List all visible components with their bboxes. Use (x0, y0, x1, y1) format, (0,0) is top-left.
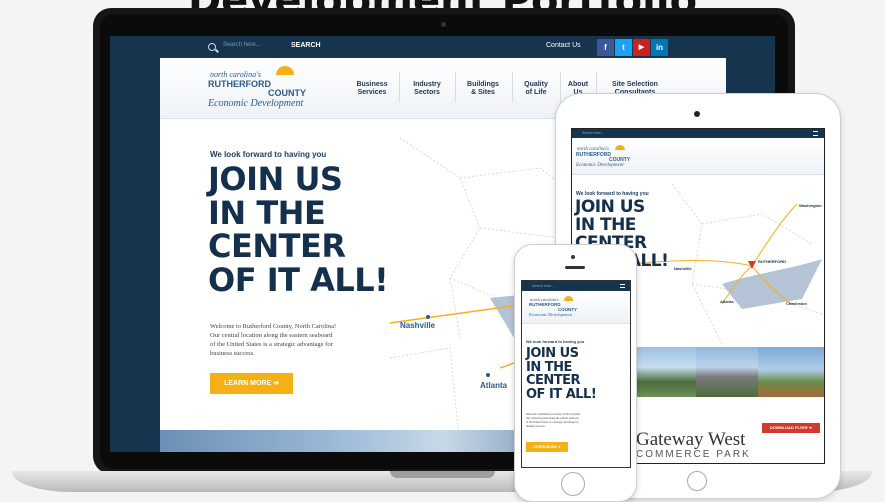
phone-speaker (565, 266, 585, 269)
description-line: of the United States is a strategic adva… (210, 341, 333, 348)
menu-icon[interactable] (620, 284, 625, 288)
tablet-camera (694, 111, 700, 117)
rutherford-marker-icon (748, 261, 756, 269)
phone-headline: JOIN US IN THE CENTER OF IT ALL! (526, 346, 597, 402)
nav-label: & Sites (471, 89, 495, 96)
nav-divider (512, 72, 513, 102)
nav-divider (560, 72, 561, 102)
tablet-home-button[interactable] (687, 471, 707, 491)
nav-label: Services (357, 89, 387, 96)
laptop-notch (390, 471, 495, 478)
nav-label: Buildings (467, 81, 499, 88)
city-nashville: Nashville (400, 321, 436, 330)
nav-industry-sectors[interactable]: Industry Sectors (403, 81, 451, 97)
headline-line: JOIN US (208, 160, 343, 198)
tablet-search-input[interactable]: Search here... (582, 131, 604, 135)
phone-header: north carolina's RUTHERFORD COUNTY Econo… (522, 291, 630, 324)
tablet-logo-line2: RUTHERFORD (576, 152, 611, 158)
phone-tagline: We look forward to having you (526, 339, 585, 344)
twitter-icon[interactable]: t (615, 39, 632, 56)
nashville-marker (426, 315, 430, 319)
logo-line1: north carolina's (210, 70, 261, 79)
phone-logo-line4: Economic Development (529, 312, 572, 317)
sun-icon (276, 66, 294, 75)
photo-landscape (758, 347, 824, 397)
logo-line4: Economic Development (208, 98, 304, 109)
city-nashville: Nashville (674, 266, 692, 271)
gateway-title: Gateway West (636, 429, 746, 450)
photo-building (696, 347, 758, 397)
city-rutherford: RUTHERFORD (758, 259, 786, 264)
gateway-subtitle: COMMERCE PARK (636, 449, 751, 460)
phone-camera (571, 255, 575, 259)
menu-icon[interactable] (813, 131, 818, 136)
top-bar: Search here... SEARCH Contact Us f t ▶ i… (110, 36, 775, 58)
headline-line: OF IT ALL! (526, 386, 597, 402)
nav-label: Quality (524, 81, 548, 88)
search-icon-handle (215, 48, 219, 53)
city-atlanta: Atlanta (720, 299, 734, 304)
nav-quality-of-life[interactable]: Quality of Life (515, 81, 557, 97)
phone-description: Welcome to Rutherford County, North Caro… (526, 413, 580, 429)
contact-link[interactable]: Contact Us (546, 42, 581, 49)
phone-top-bar: Search here... (522, 281, 630, 291)
nav-buildings-sites[interactable]: Buildings & Sites (458, 81, 508, 97)
nav-label: Business (356, 81, 388, 88)
nav-label: About (567, 81, 589, 88)
description-line: Welcome to Rutherford County, North Caro… (210, 323, 337, 330)
nav-label: Site Selection (612, 81, 658, 88)
nav-label: of Life (525, 89, 547, 96)
nav-label: Industry (413, 81, 441, 88)
nav-label: Sectors (414, 89, 440, 96)
search-input[interactable]: Search here... (223, 42, 261, 48)
tablet-header: north carolina's RUTHERFORD COUNTY Econo… (572, 138, 824, 175)
description-line: business success. (210, 350, 255, 357)
tablet-top-bar: Search here... (572, 129, 824, 138)
photo-fountain (634, 347, 696, 397)
city-charleston: Charleston (786, 301, 807, 306)
hero-headline: JOIN US IN THE CENTER OF IT ALL! (208, 160, 389, 299)
tablet-logo-line4: Economic Development (576, 163, 624, 168)
logo-line3: COUNTY (268, 88, 306, 98)
sun-icon (615, 145, 625, 150)
linkedin-icon[interactable]: in (651, 39, 668, 56)
phone-learn-more-button[interactable]: LEARN MORE ➔ (526, 442, 568, 452)
hero-description: Welcome to Rutherford County, North Caro… (210, 322, 336, 358)
learn-more-button[interactable]: LEARN MORE ➔ (210, 373, 293, 394)
map-region-nc (722, 259, 822, 309)
laptop-camera (441, 22, 446, 27)
atlanta-marker (486, 373, 490, 377)
download-flyer-button[interactable]: DOWNLOAD FLYER ➔ (762, 423, 820, 433)
sun-icon (564, 296, 573, 301)
phone-home-button[interactable] (561, 472, 585, 496)
nav-business-services[interactable]: Business Services (348, 81, 396, 97)
nav-divider (399, 72, 400, 102)
phone-screen: Search here... north carolina's RUTHERFO… (521, 280, 631, 468)
headline-line: IN THE (208, 193, 326, 232)
headline-line: IN THE (575, 214, 636, 235)
headline-line: CENTER (526, 373, 581, 389)
headline-line: OF IT ALL! (208, 260, 389, 299)
phone-search-input[interactable]: Search here... (532, 284, 554, 288)
search-button[interactable]: SEARCH (291, 42, 321, 49)
headline-line: IN THE (526, 359, 572, 375)
city-washington: Washington (799, 203, 822, 208)
headline-line: CENTER (208, 227, 346, 266)
logo-line2: RUTHERFORD (208, 79, 271, 89)
description-line: business success. (526, 425, 546, 428)
facebook-icon[interactable]: f (597, 39, 614, 56)
youtube-icon[interactable]: ▶ (633, 39, 650, 56)
nav-divider (455, 72, 456, 102)
city-atlanta: Atlanta (480, 381, 508, 390)
hero-tagline: We look forward to having you (210, 150, 327, 159)
headline-line: JOIN US (526, 346, 579, 361)
description-line: Our central location along the eastern s… (210, 332, 333, 339)
route-line (751, 203, 798, 267)
phone-logo-line2: RUTHERFORD (529, 302, 561, 307)
